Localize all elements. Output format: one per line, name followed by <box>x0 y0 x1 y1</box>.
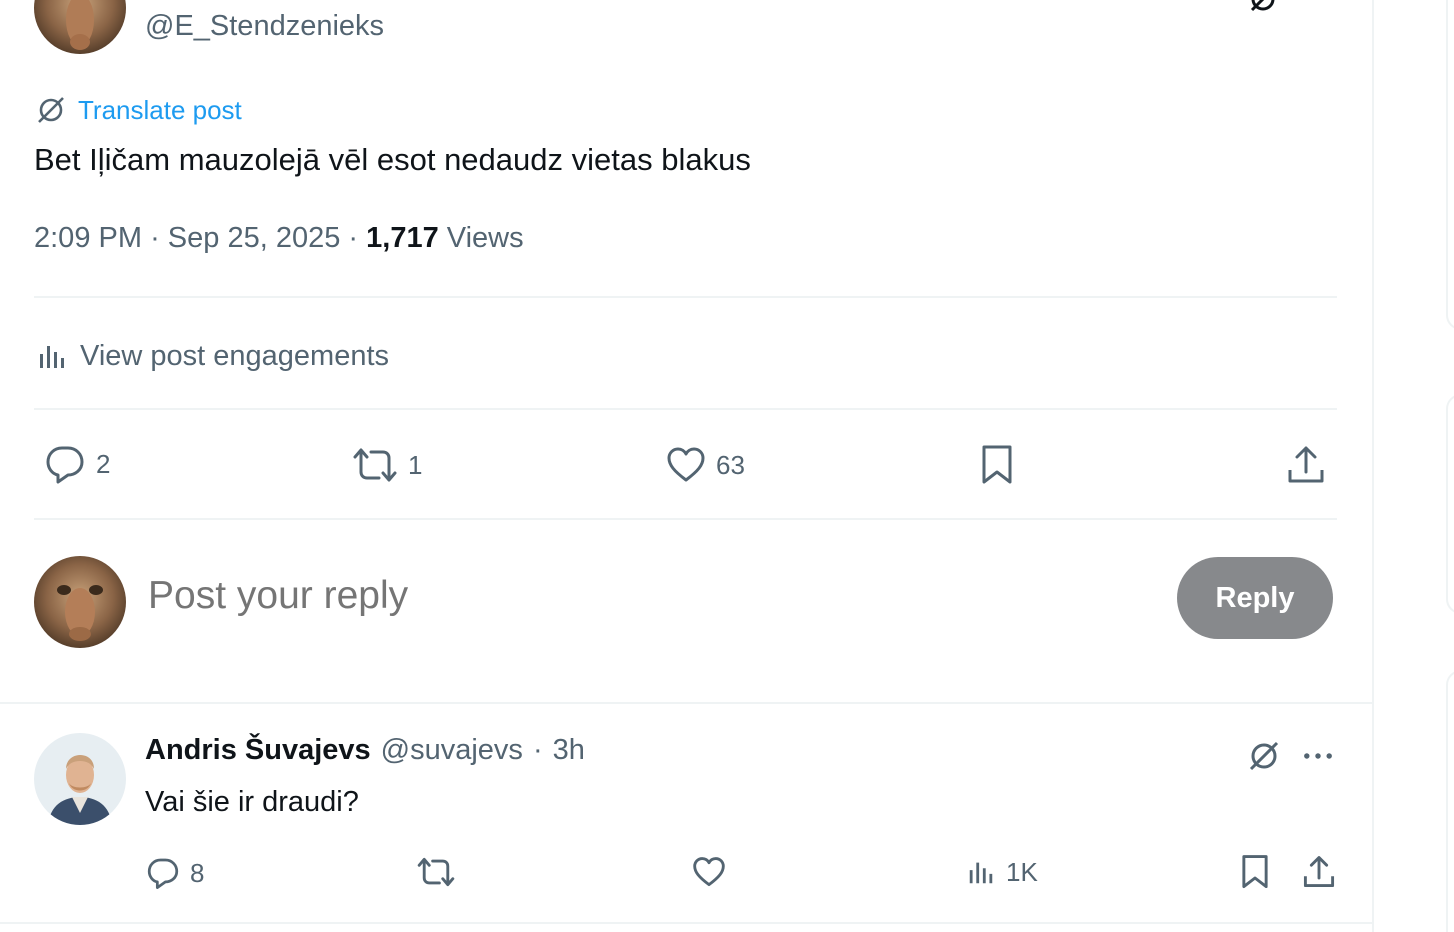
divider <box>34 518 1337 520</box>
reply-separator: · <box>532 734 543 766</box>
bookmark-icon <box>1242 855 1268 889</box>
translate-post-label: Translate post <box>78 94 242 125</box>
bookmark-button[interactable] <box>980 444 1014 486</box>
share-button[interactable] <box>1286 444 1326 486</box>
reply-author-name[interactable]: Andris Šuvajevs <box>145 734 371 767</box>
reply-header: Andris Šuvajevs @suvajevs · 3h <box>145 734 585 767</box>
like-button[interactable]: 63 <box>666 446 745 484</box>
grok-icon[interactable] <box>1246 738 1282 774</box>
reply-time[interactable]: 3h <box>553 734 585 767</box>
sidebar-card <box>1446 394 1454 614</box>
post-time[interactable]: 2:09 PM <box>34 222 142 254</box>
post-text: Bet Iļičam mauzolejā vēl esot nedaudz vi… <box>34 142 751 177</box>
composer-avatar[interactable] <box>34 556 126 648</box>
author-avatar[interactable] <box>34 0 126 54</box>
view-engagements-label: View post engagements <box>80 339 390 372</box>
heart-icon <box>667 447 705 482</box>
repost-button[interactable]: 1 <box>352 446 422 484</box>
post-meta: 2:09 PM · Sep 25, 2025 · 1,717 Views <box>34 222 524 255</box>
reply-count: 2 <box>96 448 111 479</box>
reply-text: Vai šie ir draudi? <box>145 786 359 818</box>
divider <box>0 922 1372 924</box>
reply-views-count: 1K <box>1006 856 1038 887</box>
reply-views-button[interactable]: 1K <box>966 856 1038 888</box>
thread-separator <box>0 702 1372 704</box>
reply-repost-button[interactable] <box>416 856 456 888</box>
divider <box>34 296 1337 298</box>
analytics-icon <box>40 346 64 368</box>
like-count: 63 <box>716 449 745 480</box>
reply-input[interactable] <box>148 574 1048 618</box>
meta-separator: · <box>348 222 359 254</box>
translate-post-link[interactable]: Translate post <box>34 92 242 128</box>
meta-separator: · <box>150 222 160 254</box>
reply-submit-button[interactable]: Reply <box>1177 557 1333 639</box>
reply-icon <box>46 446 84 484</box>
author-handle[interactable]: @E_Stendzenieks <box>145 10 384 43</box>
divider <box>34 408 1337 410</box>
reply-share-button[interactable] <box>1302 854 1336 890</box>
more-icon[interactable] <box>1300 742 1336 770</box>
views-label: Views <box>446 222 524 254</box>
heart-icon <box>693 857 725 887</box>
bookmark-icon <box>982 445 1012 484</box>
post-detail-column: @E_Stendzenieks Translate post Bet Iļiča… <box>0 0 1374 932</box>
reply-author-avatar[interactable] <box>34 733 126 825</box>
analytics-icon <box>969 862 993 884</box>
views-count: 1,717 <box>366 222 439 254</box>
sidebar-card <box>1446 0 1454 330</box>
view-engagements-link[interactable]: View post engagements <box>36 336 389 376</box>
sidebar-card <box>1446 670 1454 932</box>
reply-bookmark-button[interactable] <box>1240 854 1270 890</box>
post-date[interactable]: Sep 25, 2025 <box>168 222 341 254</box>
reply-author-handle[interactable]: @suvajevs <box>381 734 523 767</box>
repost-icon <box>417 857 455 887</box>
reply-button[interactable]: 2 <box>44 444 110 484</box>
repost-count: 1 <box>408 449 423 480</box>
reply-reply-count: 8 <box>190 857 205 888</box>
grok-icon <box>38 97 64 123</box>
repost-icon <box>353 448 397 482</box>
share-icon <box>1288 446 1324 483</box>
reply-icon <box>147 858 179 889</box>
share-icon <box>1303 856 1335 888</box>
reply-like-button[interactable] <box>692 856 726 888</box>
grok-icon[interactable] <box>1246 0 1280 16</box>
reply-reply-button[interactable]: 8 <box>146 856 204 890</box>
right-sidebar <box>1376 0 1454 932</box>
